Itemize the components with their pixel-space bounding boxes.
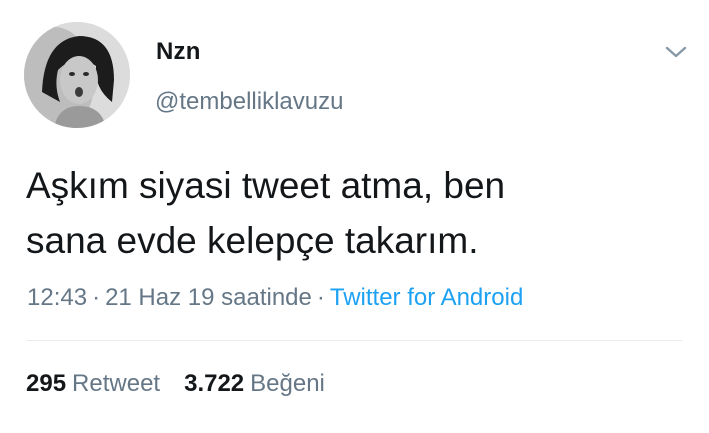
tweet-text: Aşkım siyasi tweet atma, ben sana evde k… (26, 165, 506, 261)
like-stat[interactable]: 3.722 Beğeni (184, 370, 325, 397)
chevron-down-icon[interactable] (662, 40, 690, 64)
meta-separator: · (92, 284, 101, 311)
username[interactable]: @tembelliklavuzu (155, 88, 343, 116)
meta-separator: · (316, 284, 325, 311)
tweet-timestamp: 12:43 · 21 Haz 19 saatinde · Twitter for And… (27, 284, 523, 312)
avatar[interactable] (24, 22, 130, 128)
like-label: Beğeni (250, 370, 325, 397)
retweet-stat[interactable]: 295 Retweet (26, 370, 160, 397)
divider (26, 340, 682, 341)
retweet-label: Retweet (72, 370, 161, 397)
tweet-stats: 295 Retweet 3.722 Beğeni (26, 370, 325, 398)
display-name[interactable]: Nzn (156, 38, 201, 66)
retweet-count: 295 (26, 370, 67, 397)
tweet-card: Nzn @tembelliklavuzu Aşkım siyasi tweet … (0, 0, 709, 433)
tweet-date[interactable]: 21 Haz 19 saatinde (105, 284, 312, 311)
tweet-source-link[interactable]: Twitter for Android (330, 284, 523, 311)
tweet-time[interactable]: 12:43 (27, 284, 87, 311)
like-count: 3.722 (184, 370, 245, 397)
profile-photo-icon (24, 22, 130, 128)
